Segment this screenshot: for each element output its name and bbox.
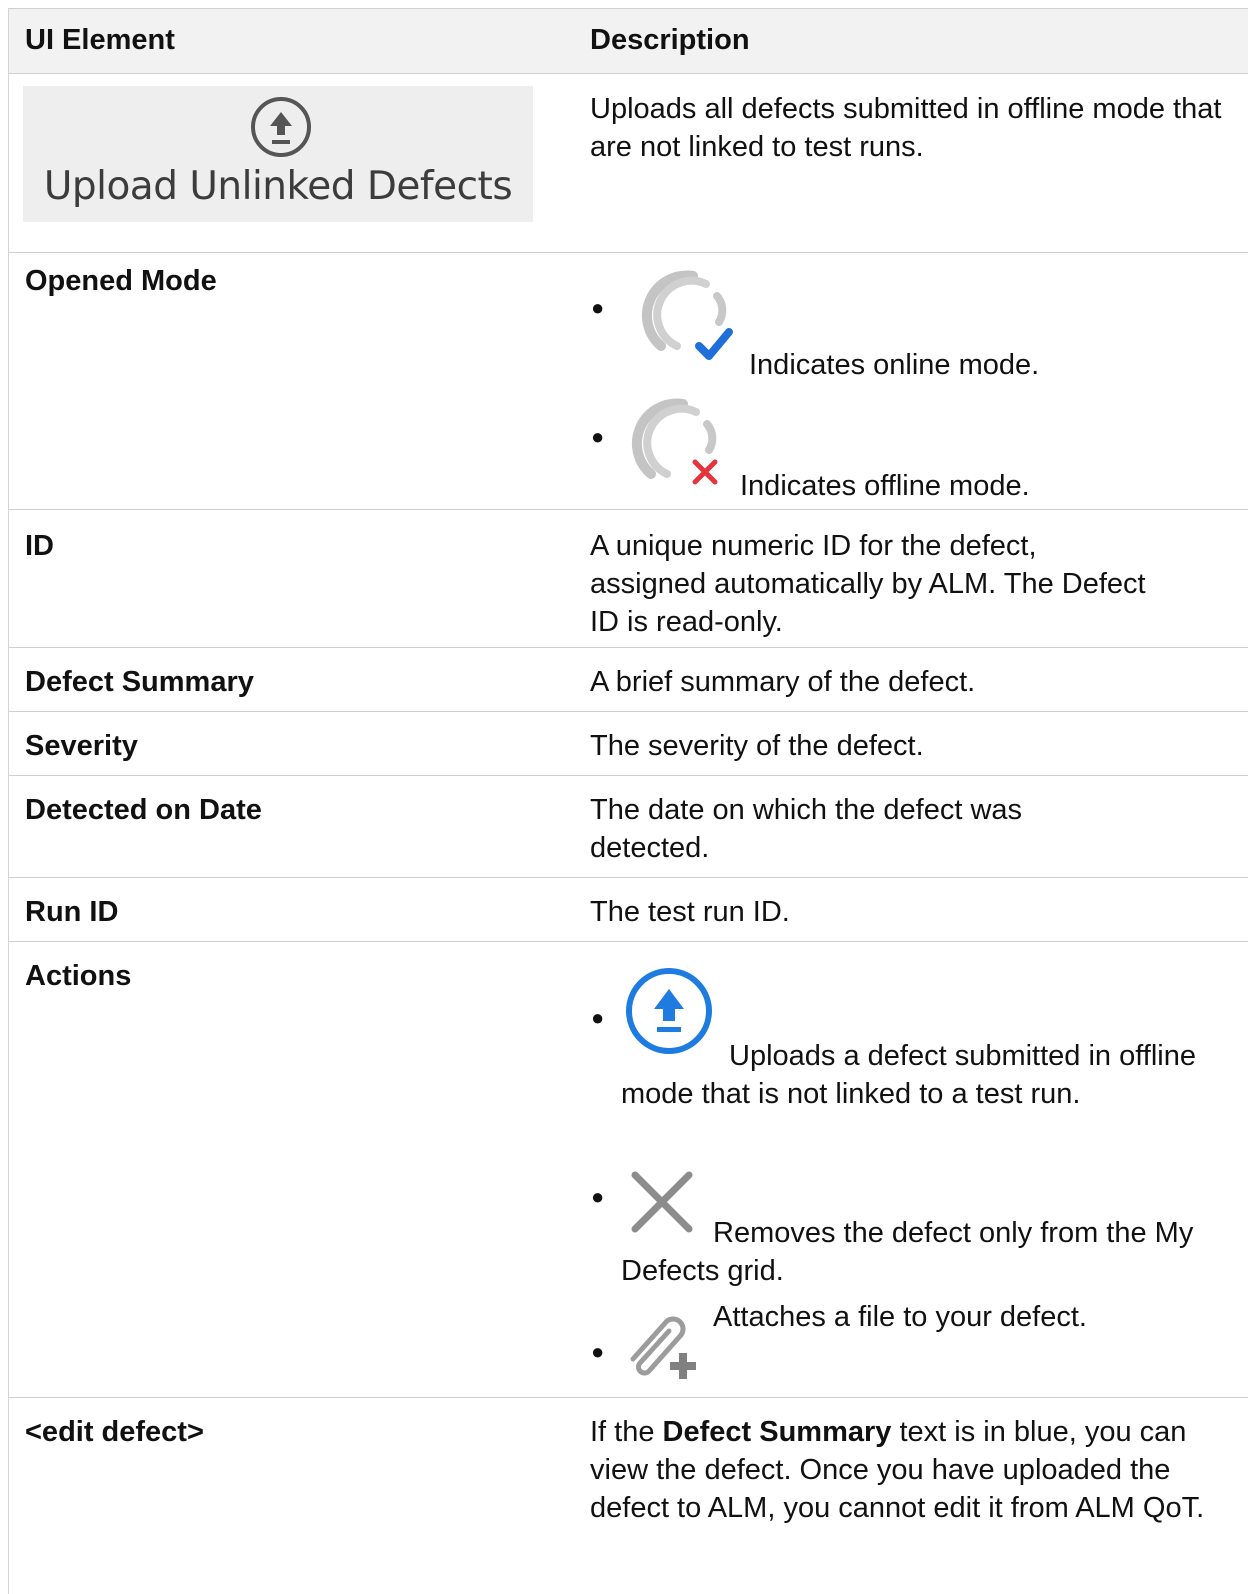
upload-circle-icon [251,97,311,157]
edit-defect-desc-bold: Defect Summary [662,1416,892,1448]
offline-mode-text: Indicates offline mode. [740,470,1030,502]
table-row: ID A unique numeric ID for the defect, a… [9,509,1248,648]
detected-on-date-description: The date on which the defect was detecte… [590,794,1023,864]
table-row: Opened Mode ● Indicates online mode. ● I… [9,252,1248,510]
table-row: <edit defect> If the Defect Summary text… [9,1397,1248,1594]
bullet: ● [591,295,605,320]
bullet: ● [591,1339,605,1364]
header-ui-element: UI Element [25,24,175,56]
severity-description: The severity of the defect. [590,730,924,762]
attach-action-text: Attaches a file to your defect. [713,1301,1087,1333]
upload-unlinked-defects-label: Upload Unlinked Defects [43,164,513,209]
upload-action-text: Uploads a defect submitted in offline mo… [621,1040,1196,1110]
upload-unlinked-description: Uploads all defects submitted in offline… [590,93,1222,163]
table-header: UI Element Description [9,8,1248,74]
ui-elements-table: UI Element Description Upload Unlinked D… [8,8,1248,1594]
table-row: Severity The severity of the defect. [9,711,1248,776]
edit-defect-desc-prefix: If the [590,1416,663,1448]
table-row: Defect Summary A brief summary of the de… [9,647,1248,712]
remove-action-text: Removes the defect only from the My Defe… [621,1217,1194,1287]
id-description: A unique numeric ID for the defect, assi… [590,530,1146,638]
online-mode-text: Indicates online mode. [749,349,1040,381]
header-description: Description [590,24,750,56]
opened-mode-label: Opened Mode [25,265,217,297]
bullet: ● [591,1005,605,1030]
severity-label: Severity [25,730,138,762]
table-row: Run ID The test run ID. [9,877,1248,942]
edit-defect-label: <edit defect> [25,1416,204,1448]
table-row: Detected on Date The date on which the d… [9,775,1248,878]
sync-offline-x-icon [631,398,718,485]
upload-unlinked-defects-button[interactable]: Upload Unlinked Defects [23,86,533,222]
detected-on-date-label: Detected on Date [25,794,262,826]
table-row: Upload Unlinked Defects Uploads all defe… [9,72,1248,253]
bullet: ● [591,1184,605,1209]
paperclip-plus-icon[interactable] [619,1301,703,1381]
run-id-label: Run ID [25,896,119,928]
edit-defect-description: If the Defect Summary text is in blue, y… [590,1413,1220,1527]
bullet: ● [591,424,605,449]
defect-summary-description: A brief summary of the defect. [590,666,976,698]
defect-summary-label: Defect Summary [25,666,254,698]
run-id-description: The test run ID. [590,896,790,928]
actions-label: Actions [25,960,132,992]
id-label: ID [25,530,54,562]
table-row: Actions ● Uploads a defect submitted in … [9,941,1248,1398]
sync-online-check-icon [641,270,733,360]
